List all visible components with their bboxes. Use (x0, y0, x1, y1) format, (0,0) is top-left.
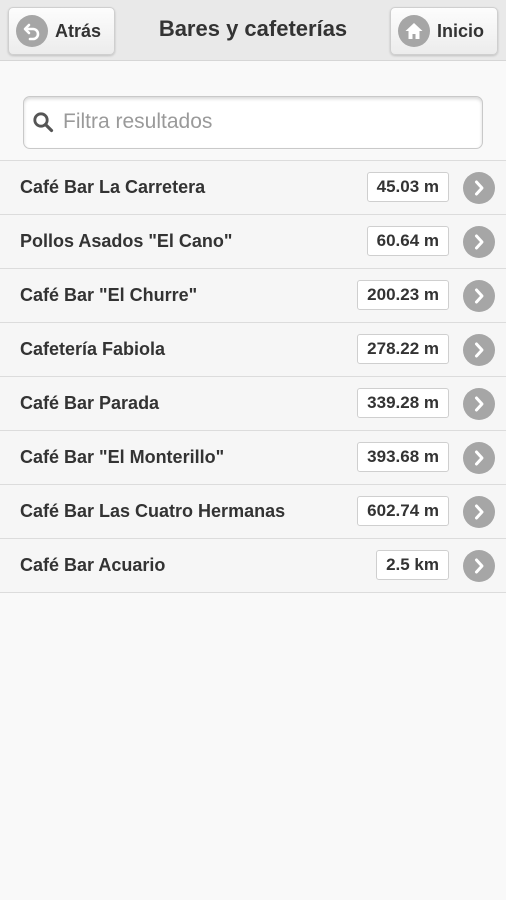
search-box[interactable] (23, 96, 483, 149)
chevron-right-icon[interactable] (463, 280, 495, 312)
distance-badge: 45.03 m (366, 172, 449, 202)
list-item[interactable]: Cafetería Fabiola 278.22 m (0, 322, 506, 376)
list-item-name: Café Bar Las Cuatro Hermanas (20, 501, 286, 521)
list-item-name: Café Bar La Carretera (20, 177, 206, 197)
chevron-right-icon[interactable] (463, 172, 495, 204)
chevron-right-icon[interactable] (463, 388, 495, 420)
list-item-name: Pollos Asados "El Cano" (20, 231, 233, 251)
chevron-right-icon[interactable] (463, 334, 495, 366)
list-item-name: Café Bar Parada (20, 393, 160, 413)
chevron-right-icon[interactable] (463, 550, 495, 582)
distance-badge: 602.74 m (357, 496, 449, 526)
search-icon (32, 111, 54, 133)
back-button[interactable]: Atrás (8, 7, 115, 55)
list-item[interactable]: Café Bar La Carretera 45.03 m (0, 160, 506, 214)
distance-badge: 278.22 m (357, 334, 449, 364)
distance-badge: 200.23 m (357, 280, 449, 310)
back-arrow-icon (16, 15, 48, 47)
chevron-right-icon[interactable] (463, 496, 495, 528)
list-item-name: Café Bar "El Monterillo" (20, 447, 225, 467)
back-button-label: Atrás (55, 20, 102, 41)
list-item[interactable]: Café Bar Acuario 2.5 km (0, 538, 506, 593)
home-button[interactable]: Inicio (390, 7, 498, 55)
list-item[interactable]: Café Bar Parada 339.28 m (0, 376, 506, 430)
list-item-name: Café Bar "El Churre" (20, 285, 198, 305)
list-item-name: Café Bar Acuario (20, 555, 166, 575)
list-item[interactable]: Café Bar "El Churre" 200.23 m (0, 268, 506, 322)
list-item[interactable]: Pollos Asados "El Cano" 60.64 m (0, 214, 506, 268)
distance-badge: 60.64 m (366, 226, 449, 256)
list-item[interactable]: Café Bar Las Cuatro Hermanas 602.74 m (0, 484, 506, 538)
header-bar: Atrás Bares y cafeterías Inicio (0, 0, 506, 61)
chevron-right-icon[interactable] (463, 442, 495, 474)
search-input[interactable] (63, 105, 468, 139)
list-item[interactable]: Café Bar "El Monterillo" 393.68 m (0, 430, 506, 484)
distance-badge: 2.5 km (376, 550, 449, 580)
results-list: Café Bar La Carretera 45.03 m Pollos Asa… (0, 160, 506, 593)
distance-badge: 339.28 m (357, 388, 449, 418)
distance-badge: 393.68 m (357, 442, 449, 472)
home-icon (398, 15, 430, 47)
home-button-label: Inicio (437, 20, 485, 41)
list-item-name: Cafetería Fabiola (20, 339, 166, 359)
page-title: Bares y cafeterías (158, 16, 348, 41)
chevron-right-icon[interactable] (463, 226, 495, 258)
